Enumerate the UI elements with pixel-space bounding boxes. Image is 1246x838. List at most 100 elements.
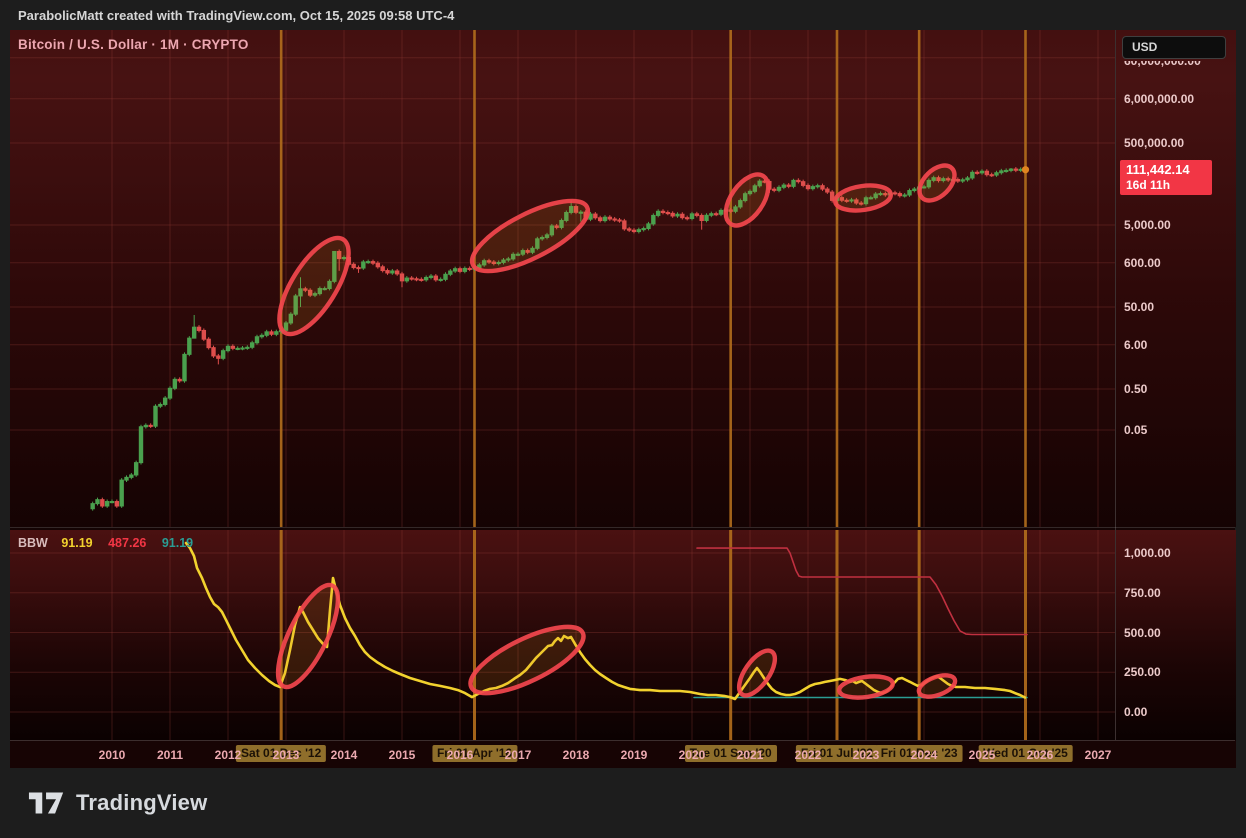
candle-body: [710, 214, 713, 216]
price-tick-label: 500,000.00: [1124, 136, 1184, 150]
candle-body: [898, 194, 901, 196]
candle-body: [163, 398, 166, 404]
year-label: 2018: [563, 741, 590, 769]
candle-body: [202, 330, 205, 339]
candle-body: [652, 215, 655, 223]
candle-body: [101, 500, 104, 506]
ellipse-annotation: [834, 182, 893, 214]
candle-body: [613, 219, 616, 220]
candle-body: [429, 276, 432, 277]
candle-body: [719, 210, 722, 214]
year-label: 2011: [157, 741, 183, 769]
candle-body: [231, 346, 234, 348]
candle-body: [797, 180, 800, 181]
candle-body: [125, 477, 128, 480]
candle-body: [250, 343, 253, 348]
candle-body: [777, 187, 780, 190]
ellipse-annotation: [732, 645, 781, 701]
candle-body: [410, 278, 413, 279]
candle-body: [270, 332, 273, 334]
candle-body: [700, 215, 703, 220]
candle-body: [656, 211, 659, 215]
candle-body: [246, 347, 249, 348]
bbw-chart-canvas: [10, 530, 1115, 740]
year-label: 2024: [911, 741, 938, 769]
candle-body: [260, 335, 263, 336]
candle-body: [608, 217, 611, 219]
candle-body: [1014, 169, 1017, 170]
currency-button[interactable]: USD: [1122, 36, 1226, 59]
candle-body: [439, 279, 442, 280]
candle-body: [424, 277, 427, 279]
candle-body: [449, 271, 452, 274]
year-label: 2013: [273, 741, 300, 769]
candle-body: [705, 215, 708, 220]
candle-body: [908, 191, 911, 195]
candle-body: [990, 175, 993, 176]
ellipse-annotation: [838, 673, 894, 700]
candle-body: [149, 425, 152, 426]
year-label: 2017: [505, 741, 532, 769]
candle-body: [661, 211, 664, 212]
indicator-value-yellow: 91.19: [61, 536, 92, 550]
bbw-red-line: [697, 548, 1027, 634]
candle-body: [96, 500, 99, 504]
year-label: 2016: [447, 741, 474, 769]
candle-body: [207, 339, 210, 347]
price-tick-label: 600.00: [1124, 256, 1161, 270]
time-axis[interactable]: Sat 01 Dec '12Fri 01 Apr '16Tue 01 Sep '…: [10, 740, 1235, 768]
candle-body: [154, 406, 157, 426]
last-price-value: 111,442.14: [1126, 162, 1206, 178]
candle-body: [391, 271, 394, 273]
candle-body: [632, 230, 635, 231]
candle-body: [366, 262, 369, 263]
year-label: 2021: [737, 741, 764, 769]
candle-body: [463, 268, 466, 271]
candle-body: [444, 274, 447, 279]
bbw-pane[interactable]: BBW 91.19 487.26 91.19: [10, 530, 1115, 740]
candle-body: [603, 217, 606, 220]
candle-body: [255, 337, 258, 343]
candle-body: [371, 262, 374, 264]
candle-body: [236, 348, 239, 349]
candle-body: [782, 185, 785, 187]
candle-body: [1004, 170, 1007, 171]
candle-body: [671, 213, 674, 216]
candle-body: [91, 504, 94, 509]
price-axis-column[interactable]: USD 111,442.14 16d 11h 60,000,000.006,00…: [1115, 30, 1235, 768]
candle-body: [178, 379, 181, 381]
candle-body: [376, 263, 379, 267]
candle-body: [212, 348, 215, 356]
candle-body: [623, 221, 626, 229]
tradingview-logo[interactable]: TradingView: [28, 790, 207, 816]
bbw-tick-label: 500.00: [1124, 626, 1161, 640]
candle-body: [386, 271, 389, 273]
ellipse-annotation: [717, 167, 776, 233]
candle-body: [134, 463, 137, 475]
price-pane[interactable]: Bitcoin / U.S. Dollar · 1M · CRYPTO: [10, 30, 1115, 527]
symbol-title: Bitcoin / U.S. Dollar · 1M · CRYPTO: [18, 37, 249, 52]
candle-body: [995, 173, 998, 175]
candle-body: [676, 214, 679, 216]
year-label: 2012: [215, 741, 242, 769]
candle-body: [241, 348, 244, 349]
price-tick-label: 0.50: [1124, 382, 1147, 396]
candle-body: [811, 187, 814, 189]
candle-body: [787, 185, 790, 186]
candle-body: [197, 327, 200, 330]
last-price-badge[interactable]: 111,442.14 16d 11h: [1120, 160, 1212, 195]
indicator-name: BBW: [18, 536, 48, 550]
candle-body: [681, 214, 684, 217]
candle-body: [647, 224, 650, 229]
bottom-bar: TradingView: [0, 768, 1246, 838]
year-label: 2022: [795, 741, 822, 769]
candle-body: [821, 186, 824, 189]
candle-body: [903, 195, 906, 196]
candle-body: [792, 180, 795, 186]
candle-body: [637, 230, 640, 232]
candle-body: [966, 178, 969, 180]
year-label: 2010: [99, 741, 126, 769]
price-tick-label-clipped: 60,000,000.00: [1124, 61, 1201, 68]
candle-body: [627, 229, 630, 230]
candle-body: [381, 267, 384, 271]
